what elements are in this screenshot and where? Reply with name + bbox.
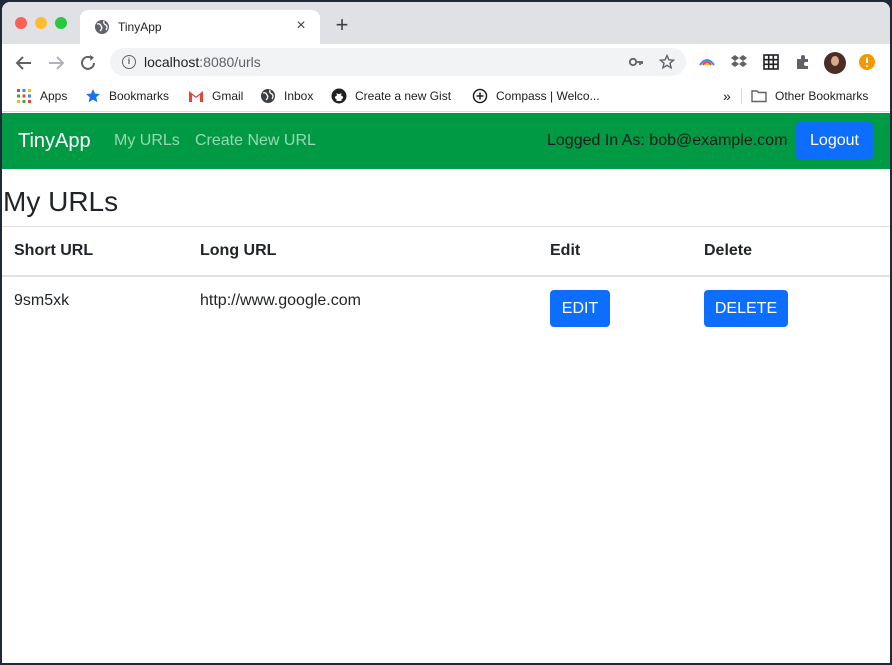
nav-my-urls[interactable]: My URLs xyxy=(114,132,180,150)
bookmark-label: Bookmarks xyxy=(109,89,170,103)
browser-toolbar: i localhost:8080/urls xyxy=(2,44,890,80)
forward-arrow-icon[interactable] xyxy=(45,52,67,74)
minimize-window-button[interactable] xyxy=(35,17,47,29)
tab-close-icon[interactable]: × xyxy=(292,17,310,35)
app-navbar: TinyApp My URLs Create New URL Logged In… xyxy=(2,113,890,169)
url-text[interactable]: localhost:8080/urls xyxy=(144,54,261,70)
address-bar[interactable]: i localhost:8080/urls xyxy=(110,48,686,76)
bookmark-other[interactable]: Other Bookmarks xyxy=(751,87,868,105)
globe-icon xyxy=(95,20,109,34)
page-title: My URLs xyxy=(3,186,119,217)
bookmark-label: Inbox xyxy=(284,89,314,103)
info-icon[interactable]: i xyxy=(122,55,136,69)
url-host: localhost xyxy=(144,54,200,70)
delete-button[interactable]: DELETE xyxy=(704,290,788,327)
browser-window: TinyApp × + i localhost:8080/urls Apps B… xyxy=(2,2,890,663)
bookmarks-divider xyxy=(741,88,742,104)
bookmark-label: Gmail xyxy=(212,89,244,103)
title-divider xyxy=(2,226,890,227)
tab-tinyapp[interactable]: TinyApp × xyxy=(80,10,320,44)
rainbow-extension-icon[interactable] xyxy=(698,53,716,71)
gmail-icon xyxy=(189,91,203,102)
bookmark-gist[interactable]: Create a new Gist xyxy=(331,87,451,105)
cell-short-url[interactable]: 9sm5xk xyxy=(14,292,69,310)
key-icon[interactable] xyxy=(628,54,644,73)
reload-icon[interactable] xyxy=(77,52,99,74)
bookmark-label: Other Bookmarks xyxy=(775,89,869,103)
compass-icon xyxy=(472,88,488,104)
bookmark-gmail[interactable]: Gmail xyxy=(188,87,243,105)
bookmarks-overflow-button[interactable]: » xyxy=(723,87,731,105)
url-path: :8080/urls xyxy=(199,54,261,70)
puzzle-icon[interactable] xyxy=(794,53,812,71)
bookmark-bookmarks[interactable]: Bookmarks xyxy=(85,87,169,105)
apps-grid-icon xyxy=(17,89,31,103)
edit-button[interactable]: EDIT xyxy=(550,290,610,327)
github-icon xyxy=(331,88,347,104)
tab-title: TinyApp xyxy=(118,20,162,34)
dropbox-icon[interactable] xyxy=(730,53,748,71)
bookmark-label: Create a new Gist xyxy=(355,89,452,103)
bookmark-label: Compass | Welco... xyxy=(496,89,600,103)
alert-icon[interactable] xyxy=(858,53,876,71)
globe-icon xyxy=(261,89,275,103)
star-icon[interactable] xyxy=(658,53,676,73)
avatar[interactable] xyxy=(824,52,846,74)
brand-logo[interactable]: TinyApp xyxy=(18,130,91,153)
header-edit: Edit xyxy=(550,242,581,259)
cell-long-url: http://www.google.com xyxy=(200,292,361,309)
bookmark-compass[interactable]: Compass | Welco... xyxy=(472,87,600,105)
header-short-url: Short URL xyxy=(14,242,94,259)
bookmarks-bar: Apps Bookmarks Gmail Inbox Create a new … xyxy=(2,80,890,112)
new-tab-button[interactable]: + xyxy=(332,14,352,36)
nav-create-new-url[interactable]: Create New URL xyxy=(195,132,316,150)
table-header-divider xyxy=(2,275,890,277)
maximize-window-button[interactable] xyxy=(55,17,67,29)
grid-icon[interactable] xyxy=(762,53,780,71)
back-arrow-icon[interactable] xyxy=(13,52,35,74)
logged-in-text: Logged In As: bob@example.com xyxy=(547,132,788,149)
bookmark-label: Apps xyxy=(40,89,68,103)
bookmark-inbox[interactable]: Inbox xyxy=(260,87,313,105)
header-delete: Delete xyxy=(704,242,753,259)
folder-icon xyxy=(751,90,767,103)
logout-button[interactable]: Logout xyxy=(796,122,873,160)
close-window-button[interactable] xyxy=(15,17,27,29)
header-long-url: Long URL xyxy=(200,242,277,259)
bookmark-apps[interactable]: Apps xyxy=(16,87,67,105)
star-icon xyxy=(86,89,100,103)
tab-strip: TinyApp × + xyxy=(2,2,890,44)
